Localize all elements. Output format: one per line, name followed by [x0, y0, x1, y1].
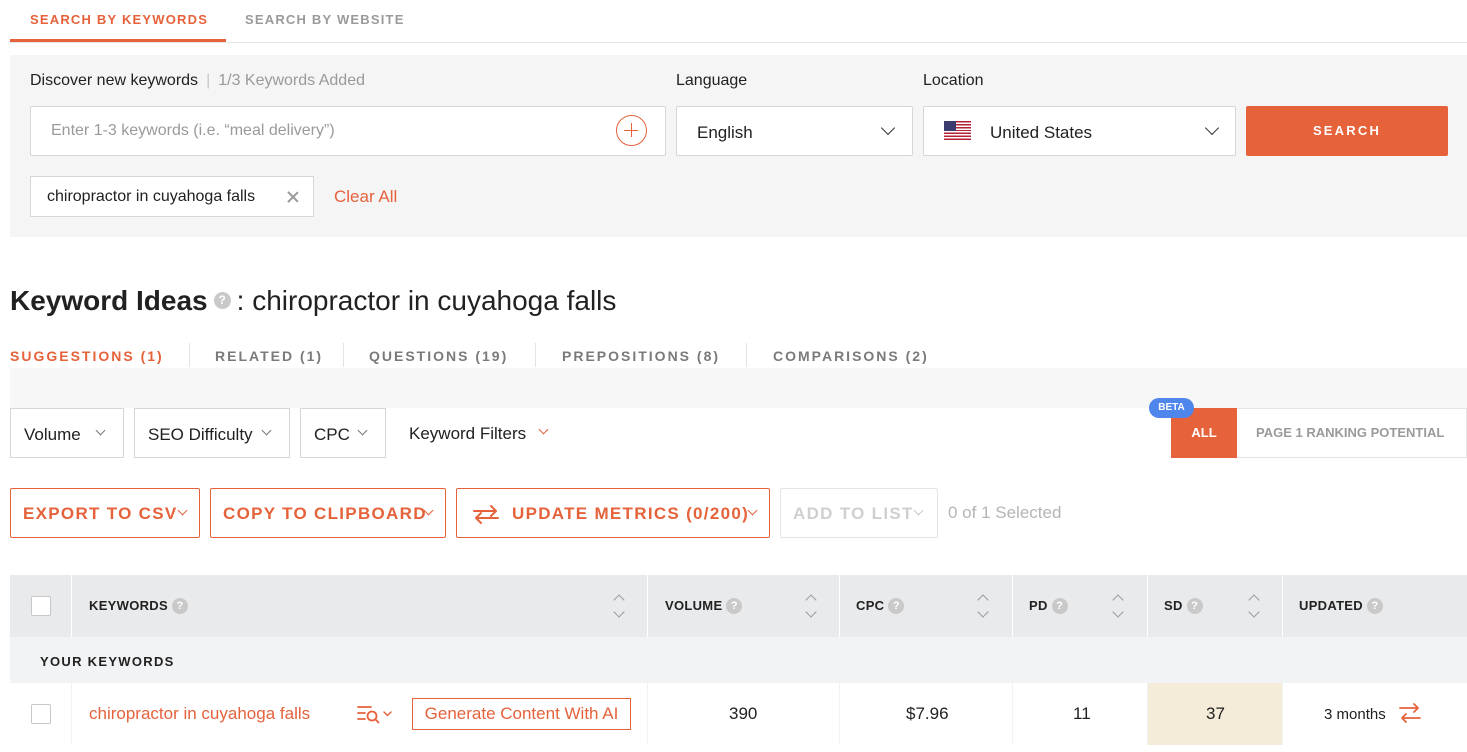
column-divider — [647, 575, 648, 637]
help-icon[interactable]: ? — [1051, 597, 1068, 614]
language-label: Language — [676, 72, 748, 89]
help-icon[interactable]: ? — [726, 597, 743, 614]
tab-divider — [343, 343, 344, 367]
beta-badge: BETA — [1149, 398, 1194, 418]
volume-value: 390 — [729, 704, 758, 723]
selected-count: 0 of 1 Selected — [948, 503, 1062, 522]
generate-content-ai-button[interactable]: Generate Content With AI — [412, 698, 631, 730]
select-all-checkbox[interactable] — [31, 596, 51, 616]
column-header-cpc[interactable]: CPC? — [856, 597, 905, 615]
updated-value: 3 months — [1324, 706, 1386, 723]
chevron-down-icon — [95, 425, 106, 436]
column-header-keywords[interactable]: KEYWORDS? — [89, 597, 188, 615]
sd-value: 37 — [1206, 704, 1225, 723]
tab-search-by-keywords[interactable]: SEARCH BY KEYWORDS — [30, 12, 208, 27]
help-icon[interactable]: ? — [213, 292, 231, 310]
serp-search-icon[interactable] — [357, 704, 395, 724]
search-panel: Discover new keywords | 1/3 Keywords Added… — [10, 55, 1467, 237]
page1-ranking-potential-toggle[interactable]: PAGE 1 RANKING POTENTIAL — [1237, 408, 1467, 458]
add-to-list-button[interactable]: ADD TO LIST — [780, 488, 938, 538]
location-value: United States — [990, 123, 1093, 142]
table-group-row: YOUR KEYWORDS — [10, 637, 1467, 683]
column-divider — [1012, 575, 1013, 637]
update-metrics-button[interactable]: UPDATE METRICS (0/200) — [456, 488, 770, 538]
refresh-arrows-icon — [473, 505, 499, 524]
volume-filter[interactable]: Volume — [10, 408, 124, 458]
keywords-added-count: 1/3 Keywords Added — [218, 72, 365, 89]
tab-comparisons[interactable]: COMPARISONS (2) — [773, 348, 929, 364]
tab-questions[interactable]: QUESTIONS (19) — [369, 348, 508, 364]
chevron-down-icon — [357, 425, 368, 436]
column-divider — [839, 575, 840, 637]
query-text: chiropractor in cuyahoga falls — [252, 285, 617, 316]
column-header-volume[interactable]: VOLUME? — [665, 597, 743, 615]
tab-divider — [535, 343, 536, 367]
table-row: chiropractor in cuyahoga falls Generate … — [10, 683, 1467, 745]
tabs-divider — [10, 42, 1467, 43]
search-button[interactable]: SEARCH — [1246, 106, 1448, 156]
location-label: Location — [923, 72, 984, 89]
copy-clipboard-button[interactable]: COPY TO CLIPBOARD — [210, 488, 446, 538]
tab-prepositions[interactable]: PREPOSITIONS (8) — [562, 348, 720, 364]
remove-keyword-icon[interactable] — [287, 191, 299, 203]
clear-all-link[interactable]: Clear All — [334, 187, 397, 207]
discover-label: Discover new keywords | 1/3 Keywords Added — [30, 72, 365, 89]
language-value: English — [697, 123, 753, 142]
column-divider — [1282, 575, 1283, 637]
page-title: Keyword Ideas?: chiropractor in cuyahoga… — [10, 285, 617, 316]
row-checkbox[interactable] — [31, 704, 51, 724]
export-csv-button[interactable]: EXPORT TO CSV — [10, 488, 200, 538]
chevron-down-icon — [913, 505, 924, 516]
chevron-down-icon — [880, 120, 896, 136]
keyword-input[interactable]: Enter 1-3 keywords (i.e. “meal delivery”… — [30, 106, 666, 156]
seo-difficulty-filter[interactable]: SEO Difficulty — [134, 408, 290, 458]
active-tab-indicator — [10, 39, 226, 42]
tab-divider — [746, 343, 747, 367]
pd-value: 11 — [1073, 704, 1091, 723]
cpc-filter[interactable]: CPC — [300, 408, 386, 458]
keyword-link[interactable]: chiropractor in cuyahoga falls — [89, 704, 310, 724]
keyword-chip-label: chiropractor in cuyahoga falls — [47, 188, 256, 205]
chevron-down-icon — [261, 425, 272, 436]
help-icon[interactable]: ? — [1186, 597, 1203, 614]
column-divider — [1147, 575, 1148, 637]
help-icon[interactable]: ? — [888, 597, 905, 614]
help-icon[interactable]: ? — [1366, 597, 1383, 614]
filter-band — [10, 368, 1467, 408]
column-header-pd[interactable]: PD? — [1029, 597, 1068, 615]
sort-icon[interactable] — [804, 593, 818, 621]
column-header-sd[interactable]: SD? — [1164, 597, 1203, 615]
sort-icon[interactable] — [1247, 593, 1261, 621]
sort-icon[interactable] — [976, 593, 990, 621]
keyword-input-placeholder: Enter 1-3 keywords (i.e. “meal delivery”… — [51, 122, 335, 139]
add-keyword-icon[interactable] — [616, 115, 647, 146]
chevron-down-icon — [538, 424, 549, 435]
language-select[interactable]: English — [676, 106, 913, 156]
table-header: KEYWORDS? VOLUME? CPC? PD? SD? UPDATED? — [10, 575, 1467, 637]
chevron-down-icon — [1204, 120, 1220, 136]
tab-suggestions[interactable]: SUGGESTIONS (1) — [10, 348, 164, 364]
us-flag-icon — [944, 121, 971, 140]
tab-related[interactable]: RELATED (1) — [215, 348, 323, 364]
keyword-chip: chiropractor in cuyahoga falls — [30, 176, 314, 217]
chevron-down-icon — [177, 505, 188, 516]
refresh-icon[interactable] — [1397, 700, 1423, 726]
cpc-value: $7.96 — [906, 704, 949, 723]
sort-icon[interactable] — [612, 593, 626, 621]
tab-divider — [189, 343, 190, 367]
tab-search-by-website[interactable]: SEARCH BY WEBSITE — [245, 12, 405, 27]
keyword-filters-button[interactable]: Keyword Filters — [396, 408, 566, 458]
column-divider — [71, 575, 72, 637]
help-icon[interactable]: ? — [171, 597, 188, 614]
column-header-updated[interactable]: UPDATED? — [1299, 597, 1383, 615]
sort-icon[interactable] — [1111, 593, 1125, 621]
location-select[interactable]: United States — [923, 106, 1236, 156]
group-label: YOUR KEYWORDS — [40, 654, 175, 669]
